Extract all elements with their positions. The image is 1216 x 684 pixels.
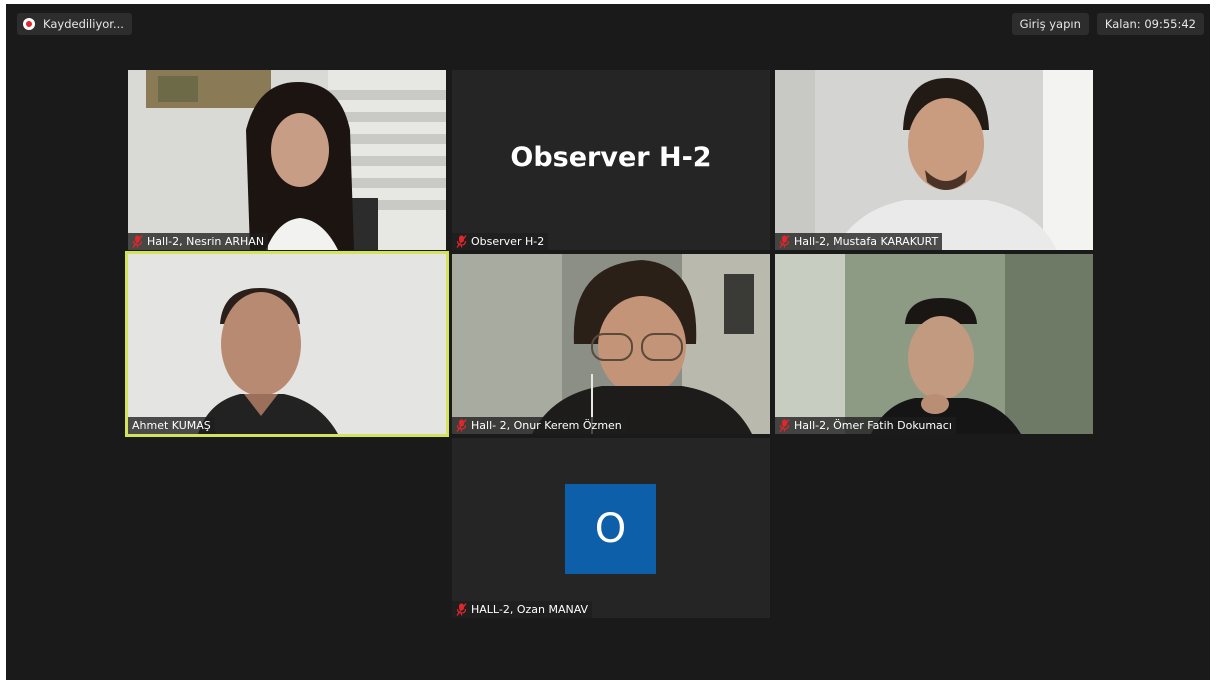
top-right-controls: Giriş yapın Kalan: 09:55:42	[1011, 13, 1204, 35]
participant-name-label: Hall-2, Nesrin ARHAN	[128, 233, 269, 250]
participant-name: Hall-2, Ömer Fatih Dokumacı	[794, 419, 952, 432]
participant-tile-ahmet[interactable]: Ahmet KUMAŞ	[125, 251, 449, 437]
participant-name-label: Hall- 2, Onur Kerem Özmen	[452, 417, 626, 434]
participant-name: Hall-2, Mustafa KARAKURT	[794, 235, 939, 248]
sign-in-button[interactable]: Giriş yapın	[1011, 13, 1089, 35]
participant-video	[128, 254, 446, 434]
participant-tile-nesrin[interactable]: Hall-2, Nesrin ARHAN	[128, 70, 446, 250]
mic-off-icon	[456, 603, 467, 616]
participant-name: Ahmet KUMAŞ	[132, 419, 211, 432]
participant-video	[128, 70, 446, 250]
participant-name: HALL-2, Ozan MANAV	[471, 603, 589, 616]
participant-tile-omer[interactable]: Hall-2, Ömer Fatih Dokumacı	[775, 254, 1093, 434]
recording-label: Kaydediliyor...	[43, 17, 124, 31]
participant-tile-mustafa[interactable]: Hall-2, Mustafa KARAKURT	[775, 70, 1093, 250]
mic-off-icon	[132, 235, 143, 248]
meeting-window: Kaydediliyor... Giriş yapın Kalan: 09:55…	[6, 4, 1210, 680]
participant-tile-ozan[interactable]: O HALL-2, Ozan MANAV	[452, 438, 770, 618]
participant-name-label: Ahmet KUMAŞ	[128, 417, 215, 434]
participant-name: Hall-2, Nesrin ARHAN	[147, 235, 265, 248]
remaining-time-badge: Kalan: 09:55:42	[1096, 13, 1204, 35]
participant-name-label: Hall-2, Ömer Fatih Dokumacı	[775, 417, 956, 434]
participant-name: Observer H-2	[471, 235, 545, 248]
participant-video	[775, 70, 1093, 250]
participant-name-label: Hall-2, Mustafa KARAKURT	[775, 233, 943, 250]
participant-video	[452, 254, 770, 434]
participant-display-name: Observer H-2	[510, 142, 712, 173]
mic-off-icon	[779, 235, 790, 248]
mic-off-icon	[456, 235, 467, 248]
participant-name: Hall- 2, Onur Kerem Özmen	[471, 419, 622, 432]
record-dot-icon	[23, 18, 35, 30]
mic-off-icon	[779, 419, 790, 432]
participant-name-label: Observer H-2	[452, 233, 549, 250]
avatar: O	[565, 484, 656, 574]
participant-tile-onur[interactable]: Hall- 2, Onur Kerem Özmen	[452, 254, 770, 434]
participant-video	[775, 254, 1093, 434]
participant-name-label: HALL-2, Ozan MANAV	[452, 601, 593, 618]
recording-indicator[interactable]: Kaydediliyor...	[17, 13, 132, 35]
participant-tile-observer[interactable]: Observer H-2 Observer H-2	[452, 70, 770, 250]
mic-off-icon	[456, 419, 467, 432]
